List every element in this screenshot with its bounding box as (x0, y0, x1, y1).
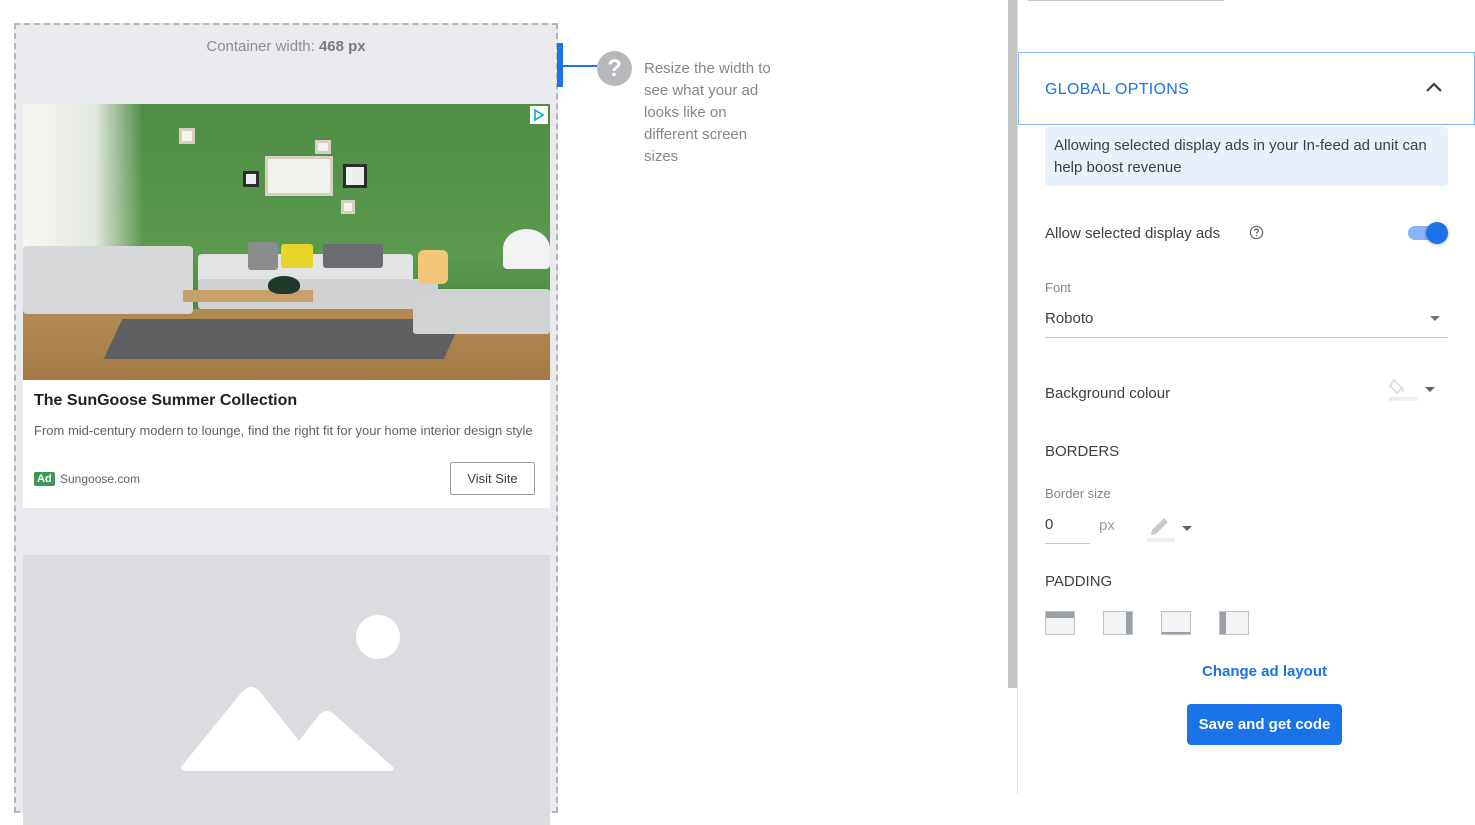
ad-preview-container: Container width: 468 px The SunGoose Sum… (14, 23, 558, 825)
border-size-label: Border size (1045, 486, 1111, 501)
border-size-unit: px (1099, 517, 1115, 534)
ad-badge: Ad (34, 472, 55, 486)
background-colour-picker[interactable] (1388, 376, 1438, 406)
font-select-value: Roboto (1045, 310, 1094, 327)
padding-right-icon[interactable] (1103, 611, 1133, 635)
allow-display-ads-label: Allow selected display ads (1045, 225, 1221, 242)
resize-help-text: Resize the width to see what your ad loo… (644, 60, 771, 165)
resize-connector-line (563, 65, 597, 67)
border-colour-picker[interactable] (1146, 512, 1196, 544)
global-options-title: GLOBAL OPTIONS (1045, 81, 1190, 98)
padding-heading: PADDING (1045, 573, 1113, 590)
padding-left-icon[interactable] (1219, 611, 1249, 635)
help-outline-icon[interactable] (1249, 225, 1264, 240)
padding-top-icon[interactable] (1045, 611, 1075, 635)
visit-site-button[interactable]: Visit Site (450, 462, 535, 495)
borders-heading: BORDERS (1045, 443, 1120, 460)
container-width-readout: Container width: 468 px (16, 38, 556, 55)
border-size-input[interactable]: 0 (1045, 510, 1090, 544)
dropdown-arrow-icon (1430, 316, 1440, 321)
question-circle-icon: ? (597, 51, 632, 86)
adchoices-icon[interactable] (530, 106, 548, 124)
ad-image (23, 104, 550, 380)
save-and-get-code-button[interactable]: Save and get code (1187, 704, 1342, 745)
display-ads-info-box: Allowing selected display ads in your In… (1045, 127, 1448, 186)
padding-bottom-icon[interactable] (1161, 611, 1191, 635)
chevron-up-icon[interactable] (1424, 77, 1444, 97)
ad-description: From mid-century modern to lounge, find … (34, 423, 533, 438)
preview-scrollbar[interactable] (1008, 0, 1017, 688)
toggle-thumb[interactable] (1426, 222, 1448, 244)
ad-domain: Sungoose.com (60, 472, 141, 486)
container-width-label: Container width: (206, 38, 315, 55)
placeholder-mountain-icon (181, 687, 394, 771)
image-placeholder (23, 555, 550, 825)
top-field-underline (1028, 0, 1224, 1)
ad-title[interactable]: The SunGoose Summer Collection (34, 392, 297, 410)
change-ad-layout-link[interactable]: Change ad layout (1163, 663, 1366, 680)
font-label: Font (1045, 280, 1072, 295)
global-options-header[interactable]: GLOBAL OPTIONS (1018, 52, 1475, 125)
fill-bucket-icon (1388, 378, 1435, 401)
font-select[interactable]: Roboto (1045, 302, 1448, 338)
background-colour-label: Background colour (1045, 385, 1171, 402)
infeed-ad-card[interactable]: The SunGoose Summer Collection From mid-… (23, 104, 550, 508)
container-width-value: 468 px (318, 38, 366, 55)
pencil-icon (1147, 518, 1192, 542)
placeholder-sun-icon (356, 615, 400, 659)
